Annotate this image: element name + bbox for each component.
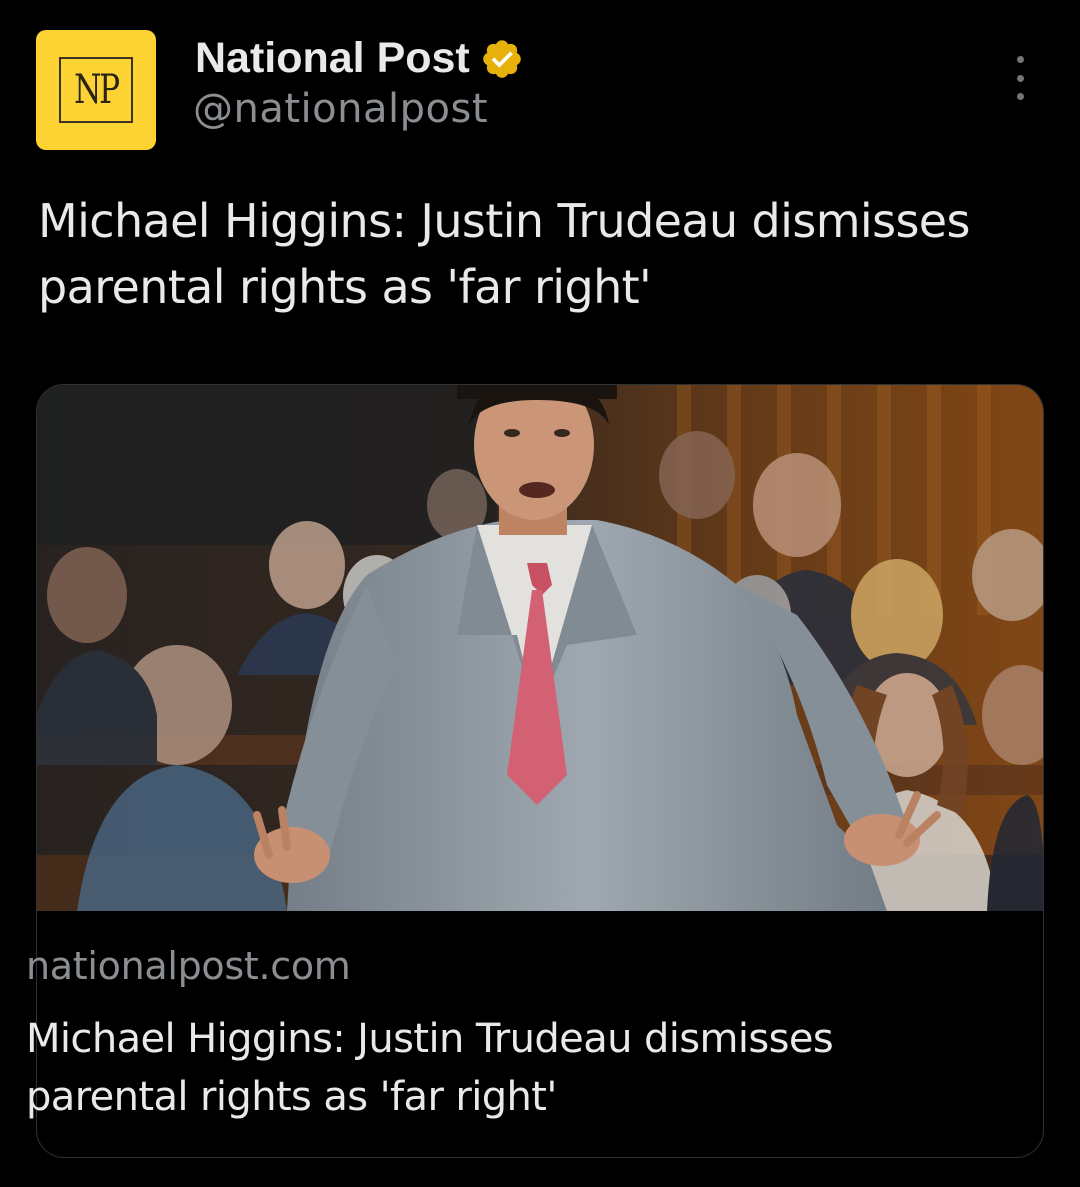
more-dot <box>1016 74 1024 82</box>
avatar-logo-text: NP <box>74 67 120 113</box>
tweet[interactable]: NP National Post @nationalpost Michael H… <box>0 0 1080 1187</box>
avatar-logo-frame: NP <box>59 57 133 123</box>
account-name-row: National Post <box>195 30 524 86</box>
card-title: Michael Higgins: Justin Trudeau dismisse… <box>26 1016 834 1120</box>
account-avatar[interactable]: NP <box>36 30 156 150</box>
tweet-text: Michael Higgins: Justin Trudeau dismisse… <box>38 194 970 314</box>
more-options-icon[interactable] <box>1004 56 1036 100</box>
article-photo <box>37 385 1043 911</box>
more-dot <box>1016 56 1024 63</box>
more-dot <box>1016 93 1024 100</box>
verified-badge-icon <box>482 40 521 78</box>
card-domain: nationalpost.com <box>26 944 351 988</box>
account-handle[interactable]: @nationalpost <box>193 86 488 132</box>
account-display-name[interactable]: National Post <box>195 34 470 83</box>
